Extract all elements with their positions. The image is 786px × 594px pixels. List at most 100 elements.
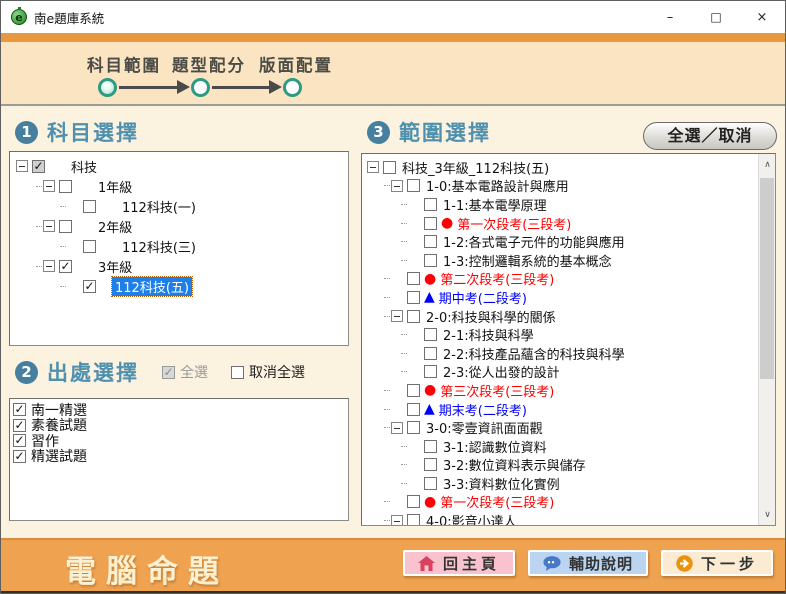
tree-checkbox[interactable] — [32, 160, 45, 173]
tree-row[interactable]: 3-1:認識數位資料 — [363, 437, 757, 456]
deselect-all-checkbox[interactable]: 取消全選 — [231, 362, 305, 382]
collapse-toggle-icon[interactable] — [391, 515, 403, 525]
tree-checkbox[interactable] — [407, 495, 420, 508]
tree-row[interactable]: 3-0:零壹資訊面面觀 — [363, 418, 757, 437]
collapse-toggle-icon[interactable] — [391, 310, 403, 322]
tree-checkbox[interactable] — [407, 384, 420, 397]
home-button[interactable]: 回主頁 — [403, 550, 515, 576]
tree-checkbox[interactable] — [424, 328, 437, 341]
tree-row[interactable]: 3-3:資料數位化實例 — [363, 474, 757, 493]
tree-item-label[interactable]: 科技_3年級_112科技(五) — [402, 158, 549, 177]
tree-checkbox[interactable] — [383, 161, 396, 174]
minimize-button[interactable]: – — [647, 1, 693, 33]
collapse-toggle-icon[interactable] — [43, 260, 55, 272]
tree-row[interactable]: 2-1:科技與科學 — [363, 325, 757, 344]
tree-row[interactable]: 2-3:從人出發的設計 — [363, 363, 757, 382]
next-step-button[interactable]: 下一步 — [661, 550, 773, 576]
tree-checkbox[interactable] — [424, 458, 437, 471]
tree-item-label[interactable]: 3年級 — [98, 257, 132, 276]
tree-checkbox[interactable] — [424, 235, 437, 248]
tree-checkbox[interactable] — [407, 179, 420, 192]
tree-item-label[interactable]: 3-1:認識數位資料 — [443, 437, 547, 456]
tree-checkbox[interactable] — [59, 180, 72, 193]
tree-item-label[interactable]: 1年級 — [98, 177, 132, 196]
tree-checkbox[interactable] — [424, 365, 437, 378]
tree-item-label[interactable]: 1-2:各式電子元件的功能與應用 — [443, 232, 625, 251]
source-list-item[interactable]: 素養試題 — [13, 418, 348, 434]
tree-checkbox[interactable] — [424, 347, 437, 360]
source-checkbox[interactable] — [13, 450, 26, 463]
scrollbar-thumb[interactable] — [760, 178, 774, 379]
source-checkbox[interactable] — [13, 403, 26, 416]
tree-item-label[interactable]: 第一次段考(三段考) — [457, 214, 571, 233]
collapse-toggle-icon[interactable] — [391, 422, 403, 434]
tree-item-label[interactable]: 2-1:科技與科學 — [443, 325, 534, 344]
tree-row[interactable]: 112科技(五) — [10, 276, 348, 296]
tree-row[interactable]: 1年級 — [10, 176, 348, 196]
source-checkbox[interactable] — [13, 434, 26, 447]
tree-row[interactable]: 3-2:數位資料表示與儲存 — [363, 456, 757, 475]
checkbox-icon[interactable] — [162, 366, 175, 379]
tree-item-label[interactable]: 2-0:科技與科學的關係 — [426, 307, 556, 326]
tree-item-label[interactable]: 112科技(五) — [112, 277, 192, 296]
tree-checkbox[interactable] — [424, 477, 437, 490]
tree-item-label[interactable]: 112科技(一) — [122, 197, 196, 216]
tree-checkbox[interactable] — [83, 200, 96, 213]
tree-row[interactable]: ● 第二次段考(三段考) — [363, 270, 757, 289]
tree-item-label[interactable]: 第三次段考(三段考) — [440, 381, 554, 400]
tree-checkbox[interactable] — [407, 310, 420, 323]
tree-checkbox[interactable] — [424, 440, 437, 453]
select-all-toggle-button[interactable]: 全選／取消 — [643, 122, 777, 150]
collapse-toggle-icon[interactable] — [43, 220, 55, 232]
tree-row[interactable]: 1-3:控制邏輯系統的基本概念 — [363, 251, 757, 270]
tree-item-label[interactable]: 4-0:影音小達人 — [426, 511, 517, 525]
tree-row[interactable]: 112科技(三) — [10, 236, 348, 256]
tree-item-label[interactable]: 3-3:資料數位化實例 — [443, 474, 560, 493]
tree-item-label[interactable]: 第二次段考(三段考) — [440, 269, 554, 288]
scroll-up-icon[interactable]: ∧ — [759, 156, 776, 173]
tree-item-label[interactable]: 1-1:基本電學原理 — [443, 195, 547, 214]
tree-row[interactable]: 2-2:科技產品蘊含的科技與科學 — [363, 344, 757, 363]
tree-row[interactable]: ● 第一次段考(三段考) — [363, 493, 757, 512]
tree-checkbox[interactable] — [424, 217, 437, 230]
tree-row[interactable]: 3年級 — [10, 256, 348, 276]
tree-checkbox[interactable] — [407, 272, 420, 285]
source-checkbox[interactable] — [13, 419, 26, 432]
tree-item-label[interactable]: 科技 — [71, 157, 97, 176]
tree-row[interactable]: 科技_3年級_112科技(五) — [363, 158, 757, 177]
checkbox-icon[interactable] — [231, 366, 244, 379]
tree-row[interactable]: 1-2:各式電子元件的功能與應用 — [363, 232, 757, 251]
collapse-toggle-icon[interactable] — [43, 180, 55, 192]
tree-row[interactable]: 2-0:科技與科學的關係 — [363, 307, 757, 326]
close-button[interactable]: × — [739, 1, 785, 33]
tree-row[interactable]: 2年級 — [10, 216, 348, 236]
tree-item-label[interactable]: 3-0:零壹資訊面面觀 — [426, 418, 543, 437]
collapse-toggle-icon[interactable] — [367, 161, 379, 173]
tree-checkbox[interactable] — [424, 254, 437, 267]
tree-checkbox[interactable] — [407, 514, 420, 525]
tree-item-label[interactable]: 期末考(二段考) — [439, 400, 527, 419]
tree-item-label[interactable]: 2年級 — [98, 217, 132, 236]
tree-checkbox[interactable] — [407, 403, 420, 416]
tree-row[interactable]: 科技 — [10, 156, 348, 176]
tree-checkbox[interactable] — [83, 240, 96, 253]
tree-row[interactable]: 1-0:基本電路設計與應用 — [363, 177, 757, 196]
tree-item-label[interactable]: 1-3:控制邏輯系統的基本概念 — [443, 251, 612, 270]
tree-row[interactable]: 112科技(一) — [10, 196, 348, 216]
help-button[interactable]: 輔助說明 — [528, 550, 648, 576]
tree-item-label[interactable]: 3-2:數位資料表示與儲存 — [443, 455, 586, 474]
tree-row[interactable]: 4-0:影音小達人 — [363, 511, 757, 525]
maximize-button[interactable]: □ — [693, 1, 739, 33]
tree-row[interactable]: ▲ 期末考(二段考) — [363, 400, 757, 419]
tree-item-label[interactable]: 112科技(三) — [122, 237, 196, 256]
scrollbar[interactable]: ∧ ∨ — [758, 154, 775, 525]
collapse-toggle-icon[interactable] — [391, 180, 403, 192]
tree-checkbox[interactable] — [424, 198, 437, 211]
tree-row[interactable]: ● 第三次段考(三段考) — [363, 381, 757, 400]
tree-row[interactable]: 1-1:基本電學原理 — [363, 195, 757, 214]
tree-checkbox[interactable] — [59, 260, 72, 273]
select-all-checkbox[interactable]: 全選 — [162, 362, 208, 382]
source-list-item[interactable]: 精選試題 — [13, 449, 348, 465]
collapse-toggle-icon[interactable] — [16, 160, 28, 172]
tree-item-label[interactable]: 2-2:科技產品蘊含的科技與科學 — [443, 344, 625, 363]
